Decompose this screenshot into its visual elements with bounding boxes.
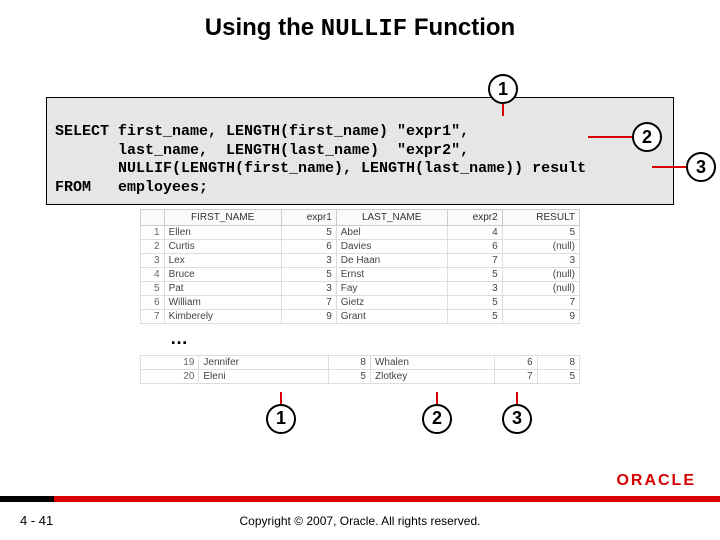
ellipsis: … [170,324,720,351]
cell: 5 [447,309,502,323]
cell: 3 [281,253,336,267]
col-firstname: FIRST_NAME [164,209,281,225]
cell: 7 [502,295,579,309]
cell: Bruce [164,267,281,281]
cell: 5 [281,267,336,281]
connector-3 [652,166,686,168]
title-prefix: Using the [205,14,321,41]
col-expr1: expr1 [281,209,336,225]
connector-2 [588,136,632,138]
cell: Kimberely [164,309,281,323]
oracle-logo: ORACLE [616,472,696,490]
cell: 5 [447,267,502,281]
col-result: RESULT [502,209,579,225]
callout-top-3: 3 [686,152,716,182]
cell: 5 [328,369,370,383]
cell: 3 [502,253,579,267]
cell: William [164,295,281,309]
table-row: 4Bruce5Ernst5(null) [141,267,580,281]
col-expr2: expr2 [447,209,502,225]
cell: 5 [537,369,579,383]
cell: 3 [281,281,336,295]
cell: 5 [502,225,579,239]
cell: Jennifer [199,355,328,369]
cell: 6 [281,239,336,253]
cell: Zlotkey [370,369,494,383]
cell: Eleni [199,369,328,383]
col-rownum [141,209,165,225]
table-row: 2Curtis6Davies6(null) [141,239,580,253]
cell: (null) [502,281,579,295]
cell: Ellen [164,225,281,239]
cell: De Haan [336,253,447,267]
cell: 6 [495,355,537,369]
cell: 2 [141,239,165,253]
cell: 1 [141,225,165,239]
results-bottom: 19Jennifer8Whalen6820Eleni5Zlotkey75 [140,355,580,384]
table-row: 7Kimberely9Grant59 [141,309,580,323]
cell: Fay [336,281,447,295]
col-lastname: LAST_NAME [336,209,447,225]
bottom-callouts: 1 2 3 [140,402,580,442]
cell: 19 [141,355,199,369]
cell: Gietz [336,295,447,309]
cell: 20 [141,369,199,383]
callout-top-1: 1 [488,74,518,104]
callout-top-2: 2 [632,122,662,152]
cell: 4 [141,267,165,281]
sql-code: SELECT first_name, LENGTH(first_name) "e… [46,97,674,205]
table-row: 5Pat3Fay3(null) [141,281,580,295]
callout-bottom-3: 3 [502,404,532,434]
callout-bottom-2: 2 [422,404,452,434]
copyright: Copyright © 2007, Oracle. All rights res… [0,514,720,528]
cell: 7 [281,295,336,309]
sql-line-2: last_name, LENGTH(last_name) "expr2", [55,142,469,159]
cell: 9 [502,309,579,323]
connector-1 [502,104,504,116]
results-table-bottom: 19Jennifer8Whalen6820Eleni5Zlotkey75 [140,355,580,384]
sql-line-3: NULLIF(LENGTH(first_name), LENGTH(last_n… [55,160,586,177]
slide-title: Using the NULLIF Function [0,0,720,49]
cell: 5 [447,295,502,309]
cell: 8 [328,355,370,369]
cell: (null) [502,239,579,253]
cell: 6 [141,295,165,309]
table-row: 6William7Gietz57 [141,295,580,309]
cell: Curtis [164,239,281,253]
cell: 3 [447,281,502,295]
footer-bar [0,496,720,502]
sql-line-1: SELECT first_name, LENGTH(first_name) "e… [55,123,469,140]
title-mono: NULLIF [321,16,407,43]
results-table: FIRST_NAME expr1 LAST_NAME expr2 RESULT … [140,209,580,324]
cell: Pat [164,281,281,295]
cell: 7 [447,253,502,267]
cell: 7 [495,369,537,383]
cell: 7 [141,309,165,323]
sql-line-4: FROM employees; [55,179,208,196]
cell: Davies [336,239,447,253]
cell: Abel [336,225,447,239]
results: FIRST_NAME expr1 LAST_NAME expr2 RESULT … [140,209,580,324]
cell: 4 [447,225,502,239]
cell: 5 [141,281,165,295]
cell: 6 [447,239,502,253]
cell: Whalen [370,355,494,369]
cell: Lex [164,253,281,267]
table-row: 3Lex3De Haan73 [141,253,580,267]
cell: 8 [537,355,579,369]
cell: Ernst [336,267,447,281]
header-row: FIRST_NAME expr1 LAST_NAME expr2 RESULT [141,209,580,225]
cell: 3 [141,253,165,267]
cell: 5 [281,225,336,239]
cell: Grant [336,309,447,323]
table-row: 1Ellen5Abel45 [141,225,580,239]
cell: 9 [281,309,336,323]
table-row: 20Eleni5Zlotkey75 [141,369,580,383]
cell: (null) [502,267,579,281]
table-row: 19Jennifer8Whalen68 [141,355,580,369]
title-suffix: Function [407,14,515,41]
callout-bottom-1: 1 [266,404,296,434]
